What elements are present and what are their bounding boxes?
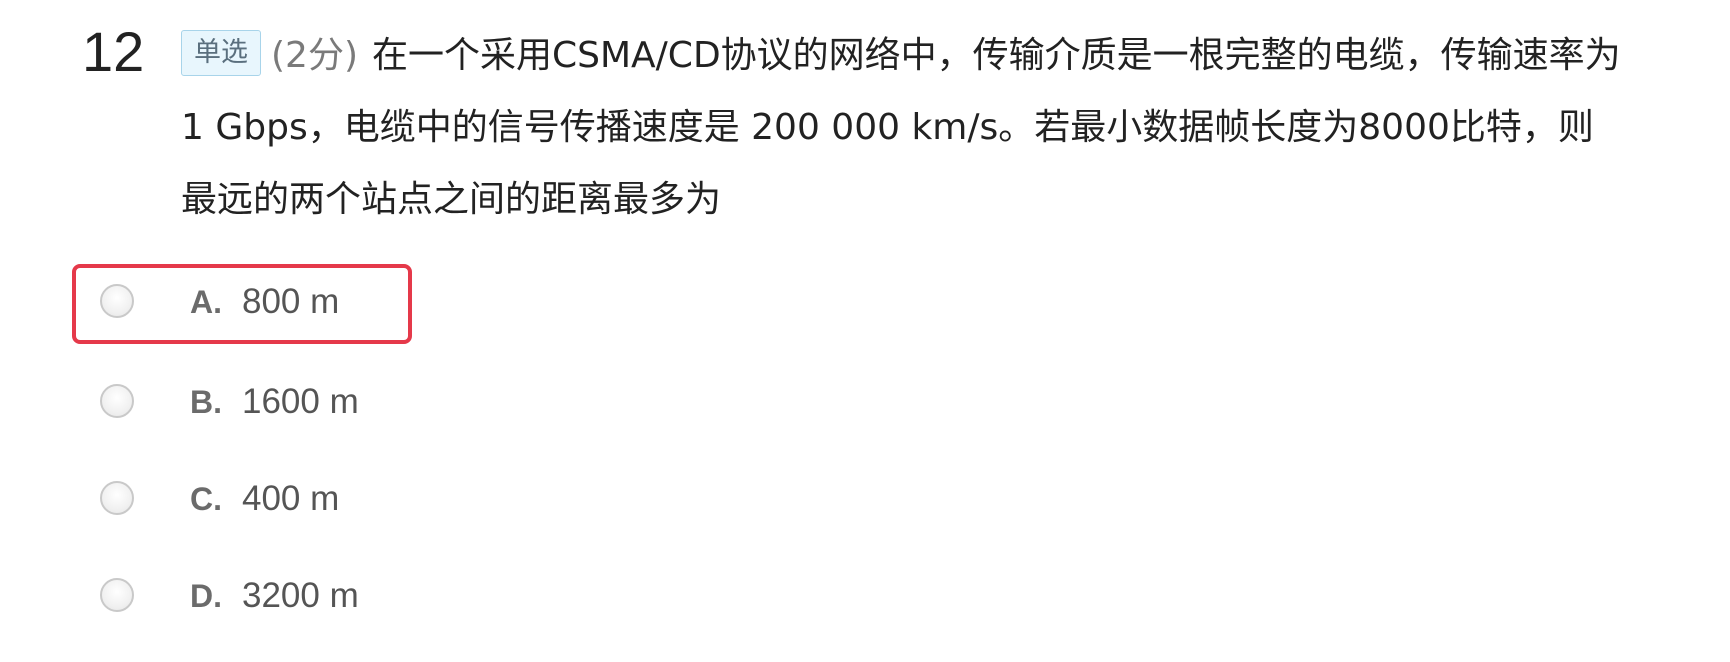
option-b[interactable]: B. 1600 m bbox=[72, 364, 412, 444]
option-letter: A. bbox=[190, 284, 222, 320]
option-d[interactable]: D. 3200 m bbox=[72, 558, 412, 638]
question-card: 12 单选 (2分) 在一个采用CSMA/CD协议的网络中，传输介质是一根完整的电缆… bbox=[0, 0, 1730, 662]
question-number: 12 bbox=[82, 20, 145, 83]
option-letter: D. bbox=[190, 578, 222, 614]
question-type-badge: 单选 bbox=[181, 30, 261, 76]
radio-button-c[interactable] bbox=[100, 481, 134, 515]
option-c[interactable]: C. 400 m bbox=[72, 461, 412, 541]
option-letter: B. bbox=[190, 384, 222, 420]
question-body: 单选 (2分) 在一个采用CSMA/CD协议的网络中，传输介质是一根完整的电缆，传输… bbox=[181, 20, 1621, 236]
option-text: 1600 m bbox=[242, 382, 359, 421]
radio-button-a[interactable] bbox=[100, 284, 134, 318]
radio-button-b[interactable] bbox=[100, 384, 134, 418]
option-letter: C. bbox=[190, 481, 222, 517]
question-text: 在一个采用CSMA/CD协议的网络中，传输介质是一根完整的电缆，传输速率为1 G… bbox=[181, 35, 1621, 220]
option-a[interactable]: A. 800 m bbox=[72, 264, 412, 344]
option-text: 400 m bbox=[242, 479, 340, 518]
radio-button-d[interactable] bbox=[100, 578, 134, 612]
option-text: 3200 m bbox=[242, 576, 359, 615]
question-score: (2分) bbox=[271, 35, 358, 76]
option-text: 800 m bbox=[242, 282, 340, 321]
